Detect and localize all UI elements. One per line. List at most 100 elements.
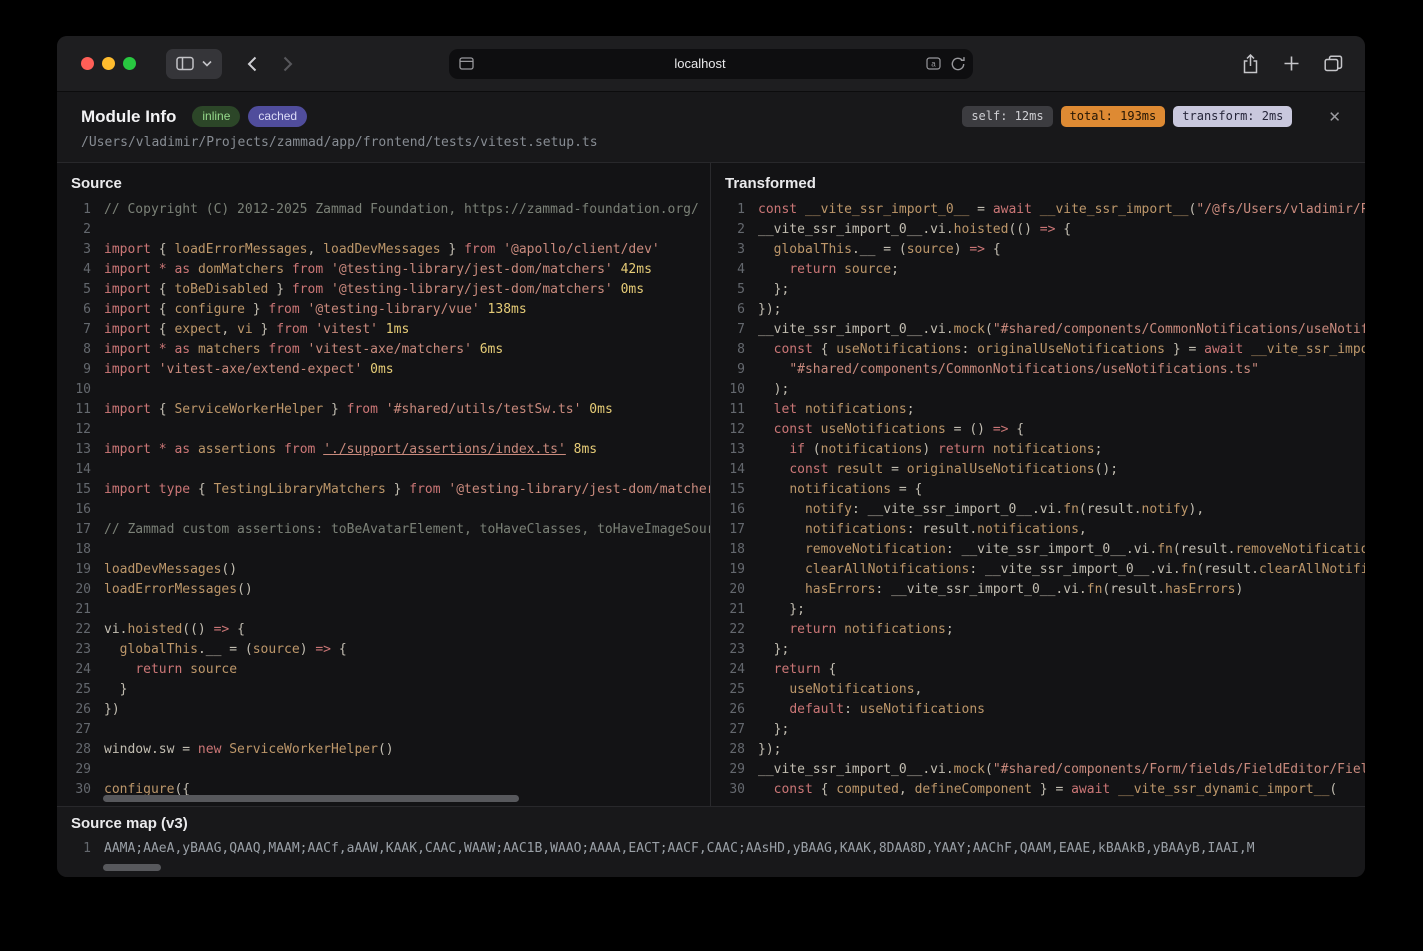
code-line: 25 } (67, 680, 710, 700)
code-line: 7import { expect, vi } from 'vitest' 1ms (67, 320, 710, 340)
timing-badge: total: 193ms (1061, 106, 1166, 127)
code-line: 8import * as matchers from 'vitest-axe/m… (67, 340, 710, 360)
code-line: 27 }; (721, 720, 1365, 740)
code-line: 15 notifications = { (721, 480, 1365, 500)
close-icon[interactable]: ✕ (1328, 108, 1341, 126)
source-horizontal-scrollbar[interactable] (103, 795, 519, 802)
transformed-code[interactable]: 1const __vite_ssr_import_0__ = await __v… (711, 198, 1365, 806)
code-line: 11import { ServiceWorkerHelper } from '#… (67, 400, 710, 420)
browser-window: localhost a (57, 36, 1365, 877)
back-button[interactable] (238, 49, 266, 79)
transformed-panel: Transformed 1const __vite_ssr_import_0__… (711, 163, 1365, 806)
source-code[interactable]: 1// Copyright (C) 2012-2025 Zammad Found… (57, 198, 710, 806)
code-line: 26 default: useNotifications (721, 700, 1365, 720)
url-text: localhost (474, 56, 926, 71)
code-line: 24 return { (721, 660, 1365, 680)
forward-button[interactable] (274, 49, 302, 79)
new-tab-icon[interactable] (1283, 55, 1300, 72)
address-bar[interactable]: localhost a (449, 49, 973, 79)
nav-arrows (238, 49, 302, 79)
svg-text:a: a (931, 60, 936, 69)
code-line: 21 }; (721, 600, 1365, 620)
timing-badges: self: 12ms total: 193ms transform: 2ms (962, 106, 1292, 127)
code-line: 12 (67, 420, 710, 440)
code-line: 3 globalThis.__ = (source) => { (721, 240, 1365, 260)
code-line: 16 notify: __vite_ssr_import_0__.vi.fn(r… (721, 500, 1365, 520)
module-badge-cached: cached (248, 106, 307, 127)
code-line: 4import * as domMatchers from '@testing-… (67, 260, 710, 280)
code-line: 17 notifications: result.notifications, (721, 520, 1365, 540)
code-line: 26}) (67, 700, 710, 720)
module-info-header: Module Info inline cached self: 12ms total… (57, 92, 1365, 163)
page-format-icon[interactable]: a (926, 57, 941, 70)
code-line: 15import type { TestingLibraryMatchers }… (67, 480, 710, 500)
code-line: 2__vite_ssr_import_0__.vi.hoisted(() => … (721, 220, 1365, 240)
code-line: 22vi.hoisted(() => { (67, 620, 710, 640)
code-line: 28window.sw = new ServiceWorkerHelper() (67, 740, 710, 760)
code-line: 22 return notifications; (721, 620, 1365, 640)
code-line: 25 useNotifications, (721, 680, 1365, 700)
code-line: 12 const useNotifications = () => { (721, 420, 1365, 440)
code-line: 19 clearAllNotifications: __vite_ssr_imp… (721, 560, 1365, 580)
code-line: 29 (67, 760, 710, 780)
transformed-panel-title: Transformed (711, 163, 1365, 198)
code-line: 4 return source; (721, 260, 1365, 280)
code-line: 18 (67, 540, 710, 560)
timing-badge: transform: 2ms (1173, 106, 1292, 127)
module-file-path: /Users/vladimir/Projects/zammad/app/fron… (81, 135, 1341, 150)
module-badges: inline cached (192, 106, 307, 127)
code-line: 9import 'vitest-axe/extend-expect' 0ms (67, 360, 710, 380)
code-line: 11 let notifications; (721, 400, 1365, 420)
timing-badge: self: 12ms (962, 106, 1052, 127)
code-line: 1const __vite_ssr_import_0__ = await __v… (721, 200, 1365, 220)
page-title: Module Info (81, 107, 176, 127)
code-line: 7__vite_ssr_import_0__.vi.mock("#shared/… (721, 320, 1365, 340)
sidebar-icon (176, 56, 194, 71)
traffic-lights (81, 57, 136, 70)
code-line: 8 const { useNotifications: originalUseN… (721, 340, 1365, 360)
code-line: 20 hasErrors: __vite_ssr_import_0__.vi.f… (721, 580, 1365, 600)
sourcemap-section: Source map (v3) 1 AAMA;AAeA,yBAAG,QAAQ,MA… (57, 806, 1365, 877)
source-panel: Source 1// Copyright (C) 2012-2025 Zamma… (57, 163, 711, 806)
code-line: 5 }; (721, 280, 1365, 300)
reload-icon[interactable] (951, 56, 965, 71)
code-line: 19loadDevMessages() (67, 560, 710, 580)
code-line: 30 const { computed, defineComponent } =… (721, 780, 1365, 800)
code-line: 10 ); (721, 380, 1365, 400)
page-icon (459, 57, 474, 70)
module-badge-inline: inline (192, 106, 240, 127)
code-line: 2 (67, 220, 710, 240)
sourcemap-mappings: AAMA;AAeA,yBAAG,QAAQ,MAAM;AACf,aAAW,KAAK… (104, 841, 1255, 856)
share-icon[interactable] (1242, 54, 1259, 74)
code-line: 20loadErrorMessages() (67, 580, 710, 600)
source-panel-title: Source (57, 163, 710, 198)
code-line: 9 "#shared/components/CommonNotification… (721, 360, 1365, 380)
tab-overview-icon[interactable] (1324, 55, 1343, 72)
sourcemap-line-number: 1 (67, 839, 91, 859)
code-line: 1// Copyright (C) 2012-2025 Zammad Found… (67, 200, 710, 220)
code-line: 14 (67, 460, 710, 480)
window-zoom-button[interactable] (123, 57, 136, 70)
code-line: 23 globalThis.__ = (source) => { (67, 640, 710, 660)
code-line: 10 (67, 380, 710, 400)
code-line: 13import * as assertions from './support… (67, 440, 710, 460)
code-line: 5import { toBeDisabled } from '@testing-… (67, 280, 710, 300)
code-line: 27 (67, 720, 710, 740)
titlebar-actions (1242, 54, 1343, 74)
code-line: 21 (67, 600, 710, 620)
sourcemap-title: Source map (v3) (57, 815, 1365, 832)
code-line: 18 removeNotification: __vite_ssr_import… (721, 540, 1365, 560)
code-line: 28}); (721, 740, 1365, 760)
code-line: 6import { configure } from '@testing-lib… (67, 300, 710, 320)
code-line: 24 return source (67, 660, 710, 680)
browser-titlebar: localhost a (57, 36, 1365, 92)
window-minimize-button[interactable] (102, 57, 115, 70)
window-close-button[interactable] (81, 57, 94, 70)
sourcemap-horizontal-scrollbar[interactable] (103, 864, 161, 871)
sourcemap-line: 1 AAMA;AAeA,yBAAG,QAAQ,MAAM;AACf,aAAW,KAA… (57, 839, 1365, 859)
code-line: 13 if (notifications) return notificatio… (721, 440, 1365, 460)
code-line: 17// Zammad custom assertions: toBeAvata… (67, 520, 710, 540)
code-line: 29__vite_ssr_import_0__.vi.mock("#shared… (721, 760, 1365, 780)
code-comparison: Source 1// Copyright (C) 2012-2025 Zamma… (57, 163, 1365, 806)
sidebar-toggle[interactable] (166, 49, 222, 79)
